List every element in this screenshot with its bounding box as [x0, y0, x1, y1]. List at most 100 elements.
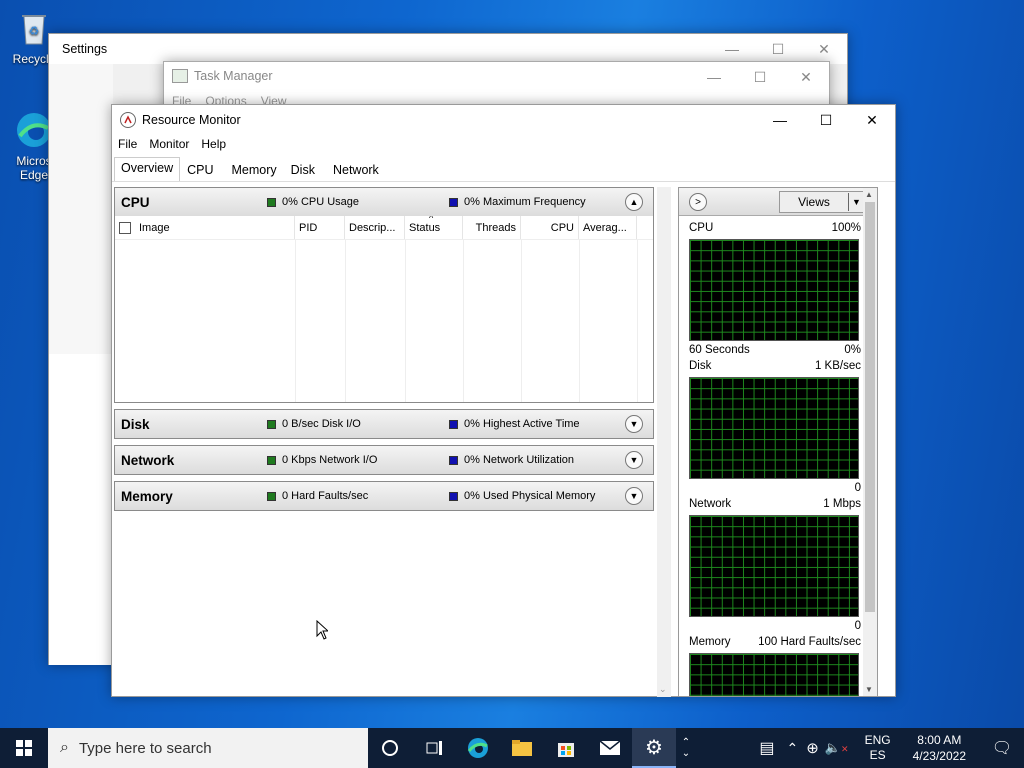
- graph-title: Disk: [689, 360, 712, 372]
- column-threads[interactable]: Threads: [463, 216, 521, 239]
- blue-indicator-icon: [449, 197, 458, 207]
- maximize-button[interactable]: ☐: [737, 62, 783, 92]
- cpu-max-frequency: 0% Maximum Frequency: [464, 196, 586, 208]
- views-dropdown[interactable]: Views ▼: [779, 191, 865, 213]
- blue-indicator-icon: [449, 419, 458, 429]
- resource-monitor-window[interactable]: Resource Monitor — ☐ ✕ File Monitor Help…: [111, 104, 896, 697]
- cortana-icon[interactable]: [368, 728, 412, 768]
- scroll-up-arrow-icon[interactable]: ▲: [865, 190, 873, 199]
- menu-bar: File Monitor Help: [112, 135, 232, 155]
- graph-toolbar: > Views ▼: [679, 188, 877, 216]
- mail-icon[interactable]: [588, 728, 632, 768]
- task-view-icon[interactable]: [412, 728, 456, 768]
- minimize-button[interactable]: —: [757, 105, 803, 135]
- blue-indicator-icon: [449, 455, 458, 465]
- tab-disk[interactable]: Disk: [284, 159, 322, 181]
- close-button[interactable]: ✕: [801, 34, 847, 64]
- search-placeholder: Type here to search: [78, 739, 212, 757]
- cpu-section-header[interactable]: CPU 0% CPU Usage 0% Maximum Frequency ▲: [115, 188, 653, 216]
- language-code: ENG: [864, 733, 891, 747]
- sort-arrow-icon: ^: [429, 216, 434, 223]
- tab-divider: [112, 181, 895, 182]
- column-cpu[interactable]: CPU: [521, 216, 579, 239]
- gear-icon: ⚙: [645, 736, 663, 759]
- green-indicator-icon: [267, 419, 276, 429]
- column-status[interactable]: ^ Status: [405, 216, 463, 239]
- collapse-chevron-icon[interactable]: ▲: [625, 193, 643, 211]
- show-hidden-icons-chevron-icon[interactable]: ⌃: [787, 740, 799, 757]
- green-indicator-icon: [267, 455, 276, 465]
- section-title: Memory: [121, 488, 173, 504]
- column-pid[interactable]: PID: [295, 216, 345, 239]
- graph-min: 0: [854, 482, 861, 494]
- notifications-icon[interactable]: 🗨: [980, 738, 1024, 758]
- expand-pane-button[interactable]: >: [689, 193, 707, 211]
- graph-title: Memory: [689, 636, 731, 648]
- expand-chevron-icon[interactable]: ▼: [625, 487, 643, 505]
- input-language[interactable]: ENG ES: [865, 733, 891, 763]
- minimize-button[interactable]: —: [691, 62, 737, 92]
- start-button[interactable]: [0, 728, 48, 768]
- cpu-graph-canvas: [689, 239, 859, 341]
- memory-section-header[interactable]: Memory 0 Hard Faults/sec 0% Used Physica…: [115, 482, 653, 510]
- clock[interactable]: 8:00 AM 4/23/2022: [913, 732, 966, 764]
- menu-help[interactable]: Help: [195, 135, 232, 155]
- news-icon[interactable]: ▤: [759, 738, 774, 758]
- graph-max: 1 KB/sec: [814, 360, 861, 372]
- tab-network[interactable]: Network: [326, 159, 386, 181]
- graph-min: 0%: [844, 344, 861, 356]
- left-pane-scrollbar[interactable]: ⌄: [657, 187, 671, 697]
- task-manager-title: Task Manager: [194, 69, 273, 83]
- tab-memory[interactable]: Memory: [225, 159, 284, 181]
- resource-monitor-title: Resource Monitor: [142, 113, 241, 127]
- minimize-button[interactable]: —: [709, 34, 755, 64]
- blue-indicator-icon: [449, 491, 458, 501]
- tab-overview[interactable]: Overview: [114, 157, 181, 181]
- graph-max: 100 Hard Faults/sec: [758, 636, 861, 648]
- taskbar-search-box[interactable]: ⌕ Type here to search: [48, 728, 368, 768]
- memory-section: Memory 0 Hard Faults/sec 0% Used Physica…: [114, 481, 654, 511]
- mouse-cursor-icon: [316, 619, 330, 643]
- tab-cpu[interactable]: CPU: [180, 159, 220, 181]
- section-title: Disk: [121, 416, 150, 432]
- expand-chevron-icon[interactable]: ▼: [625, 415, 643, 433]
- maximize-button[interactable]: ☐: [755, 34, 801, 64]
- menu-monitor[interactable]: Monitor: [143, 135, 195, 155]
- graph-title: CPU: [689, 222, 714, 234]
- close-button[interactable]: ✕: [783, 62, 829, 92]
- cpu-usage: 0% CPU Usage: [282, 196, 360, 208]
- column-image[interactable]: Image: [115, 216, 295, 239]
- file-explorer-icon[interactable]: [500, 728, 544, 768]
- scroll-down-arrow-icon[interactable]: ▼: [865, 685, 873, 694]
- graph-min: 0: [854, 620, 861, 632]
- select-all-checkbox[interactable]: [119, 221, 131, 234]
- memory-graph-canvas: [689, 653, 859, 696]
- disk-graph-canvas: [689, 377, 859, 479]
- graph-pane-scrollbar[interactable]: ▲ ▼: [863, 188, 877, 696]
- column-average[interactable]: Averag...: [579, 216, 637, 239]
- network-io: 0 Kbps Network I/O: [282, 454, 378, 466]
- volume-muted-icon[interactable]: 🔈✕: [825, 740, 849, 756]
- column-image-label: Image: [139, 221, 170, 234]
- edge-taskbar-icon[interactable]: [456, 728, 500, 768]
- clock-time: 8:00 AM: [917, 733, 962, 747]
- maximize-button[interactable]: ☐: [803, 105, 849, 135]
- memory-graph: Memory 100 Hard Faults/sec: [689, 636, 861, 696]
- column-status-label: Status: [409, 222, 441, 234]
- scrollbar-thumb[interactable]: [865, 202, 875, 612]
- network-section-header[interactable]: Network 0 Kbps Network I/O 0% Network Ut…: [115, 446, 653, 474]
- microsoft-store-icon[interactable]: [544, 728, 588, 768]
- scroll-down-arrow-icon[interactable]: ⌄: [659, 684, 667, 695]
- close-button[interactable]: ✕: [849, 105, 895, 135]
- settings-taskbar-icon[interactable]: ⚙: [632, 728, 676, 768]
- disk-section-header[interactable]: Disk 0 B/sec Disk I/O 0% Highest Active …: [115, 410, 653, 438]
- menu-file[interactable]: File: [112, 135, 143, 155]
- settings-sidebar: [49, 64, 113, 354]
- column-description[interactable]: Descrip...: [345, 216, 405, 239]
- memory-used-physical: 0% Used Physical Memory: [464, 490, 596, 502]
- cpu-graph: CPU 100% 60 Seconds 0%: [689, 222, 861, 358]
- taskbar-overflow-arrows[interactable]: ⌃ ⌄: [676, 728, 696, 768]
- tab-strip: Overview CPU Memory Disk Network: [114, 157, 386, 181]
- expand-chevron-icon[interactable]: ▼: [625, 451, 643, 469]
- network-globe-icon[interactable]: ⊕: [806, 739, 819, 757]
